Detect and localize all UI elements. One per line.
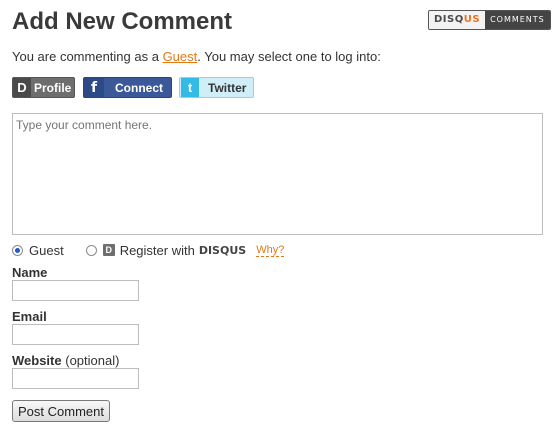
- comments-logo-text: COMMENTS: [485, 11, 550, 29]
- intro-after: . You may select one to log into:: [197, 49, 381, 64]
- profile-button-label: Profile: [34, 80, 72, 95]
- identity-options: Guest D Register with DISQUS Why?: [12, 241, 285, 259]
- post-comment-button[interactable]: Post Comment: [12, 400, 110, 422]
- why-link[interactable]: Why?: [256, 244, 285, 257]
- guest-radio[interactable]: [12, 244, 23, 256]
- website-optional-text: (optional): [65, 353, 120, 368]
- name-label: Name: [12, 265, 48, 280]
- twitter-icon: t: [181, 78, 199, 97]
- disqus-profile-login-button[interactable]: D Profile: [12, 77, 75, 98]
- email-label: Email: [12, 309, 47, 324]
- website-field[interactable]: [12, 368, 139, 389]
- disqus-icon: D: [102, 244, 115, 256]
- comment-textarea[interactable]: [12, 113, 543, 235]
- disqus-brand-text: DISQUS: [198, 243, 247, 257]
- email-field[interactable]: [12, 324, 139, 345]
- twitter-button-label: Twitter: [208, 80, 247, 95]
- disqus-logo-text: DISQUS: [429, 11, 486, 29]
- website-label: Website (optional): [12, 353, 119, 368]
- twitter-login-button[interactable]: t Twitter: [179, 77, 254, 98]
- register-radio[interactable]: [85, 244, 97, 256]
- facebook-connect-button[interactable]: f Connect: [83, 77, 172, 98]
- guest-link[interactable]: Guest: [163, 49, 198, 64]
- page-title: Add New Comment: [12, 8, 233, 35]
- disqus-icon: D: [13, 78, 31, 97]
- facebook-icon: f: [84, 78, 104, 97]
- disqus-logo-suffix: US: [463, 14, 481, 25]
- website-label-text: Website: [12, 353, 62, 368]
- intro-before: You are commenting as a: [12, 49, 163, 64]
- login-intro-text: You are commenting as a Guest. You may s…: [12, 48, 381, 66]
- name-field[interactable]: [12, 280, 139, 301]
- disqus-comments-logo[interactable]: DISQUS COMMENTS: [428, 10, 551, 30]
- register-radio-label: Register with: [119, 242, 195, 258]
- connect-button-label: Connect: [115, 80, 163, 95]
- disqus-logo-prefix: DISQ: [434, 14, 464, 25]
- guest-radio-label: Guest: [29, 242, 64, 258]
